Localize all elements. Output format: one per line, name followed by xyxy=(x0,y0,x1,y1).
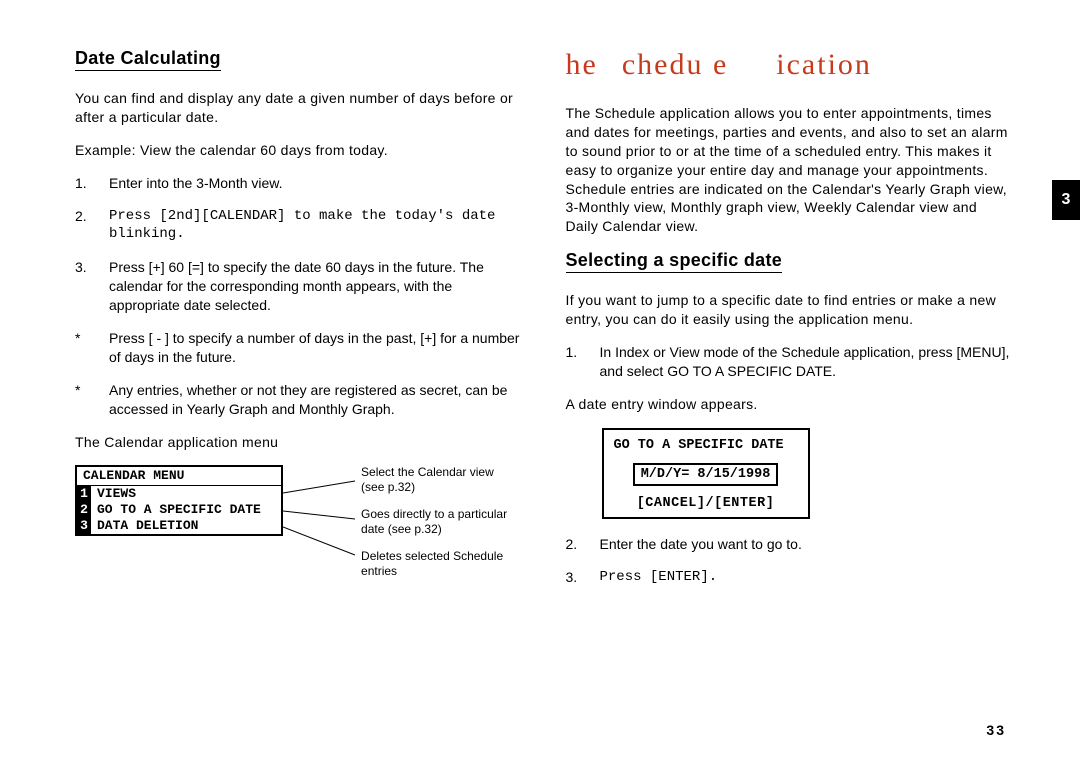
intro-paragraph: You can find and display any date a give… xyxy=(75,89,520,127)
note-item: * Press [ - ] to specify a number of day… xyxy=(75,329,520,367)
step-text: In Index or View mode of the Schedule ap… xyxy=(600,343,1011,381)
step-item: 1. In Index or View mode of the Schedule… xyxy=(566,343,1011,381)
menu-item-label: GO TO A SPECIFIC DATE xyxy=(97,502,261,518)
menu-caption: The Calendar application menu xyxy=(75,433,520,452)
date-calculating-notes: * Press [ - ] to specify a number of day… xyxy=(75,329,520,419)
date-window-value-box: M/D/Y= 8/15/1998 xyxy=(633,463,779,486)
step-item: 1. Enter into the 3-Month view. xyxy=(75,174,520,193)
menu-item-label: DATA DELETION xyxy=(97,518,198,534)
calendar-menu-box: CALENDAR MENU 1 VIEWS 2 GO TO A SPECIFIC… xyxy=(75,465,283,536)
menu-item-number: 2 xyxy=(77,502,91,518)
selecting-date-steps-2: 2. Enter the date you want to go to. 3. … xyxy=(566,535,1011,587)
window-appears-text: A date entry window appears. xyxy=(566,395,1011,414)
note-bullet: * xyxy=(75,329,95,367)
step-item: 3. Press [ENTER]. xyxy=(566,568,1011,587)
menu-item-number: 3 xyxy=(77,518,91,534)
section-heading-date-calculating: Date Calculating xyxy=(75,48,221,71)
step-text: Press [ENTER]. xyxy=(600,568,718,587)
step-number: 3. xyxy=(566,568,586,587)
step-number: 2. xyxy=(75,207,95,245)
step-item: 2. Press [2nd][CALENDAR] to make the tod… xyxy=(75,207,520,245)
step-item: 2. Enter the date you want to go to. xyxy=(566,535,1011,554)
callout-leader-lines xyxy=(283,469,583,559)
step-text: Press [+] 60 [=] to specify the date 60 … xyxy=(109,258,520,315)
left-column: Date Calculating You can find and displa… xyxy=(75,48,520,600)
date-window-buttons: [CANCEL]/[ENTER] xyxy=(614,496,798,511)
note-text: Press [ - ] to specify a number of days … xyxy=(109,329,520,367)
step-number: 2. xyxy=(566,535,586,554)
step-text: Enter the date you want to go to. xyxy=(600,535,802,554)
step-text: Press [2nd][CALENDAR] to make the today'… xyxy=(109,207,520,245)
schedule-intro-paragraph: The Schedule application allows you to e… xyxy=(566,104,1011,236)
right-column: he chedu e ication The Schedule applicat… xyxy=(566,48,1011,600)
page-columns: Date Calculating You can find and displa… xyxy=(75,48,1010,600)
step-item: 3. Press [+] 60 [=] to specify the date … xyxy=(75,258,520,315)
note-item: * Any entries, whether or not they are r… xyxy=(75,381,520,419)
example-line: Example: View the calendar 60 days from … xyxy=(75,141,520,160)
calendar-menu-item: 1 VIEWS xyxy=(77,486,281,502)
selecting-date-steps-1: 1. In Index or View mode of the Schedule… xyxy=(566,343,1011,381)
calendar-menu-item: 2 GO TO A SPECIFIC DATE xyxy=(77,502,281,518)
chapter-title-part: he xyxy=(566,48,598,81)
page-number: 33 xyxy=(986,722,1006,738)
chapter-title: he chedu e ication xyxy=(566,48,1011,82)
chapter-title-part: ication xyxy=(776,48,872,81)
section-heading-selecting-date: Selecting a specific date xyxy=(566,250,783,273)
step-number: 1. xyxy=(566,343,586,381)
date-calculating-steps: 1. Enter into the 3-Month view. 2. Press… xyxy=(75,174,520,315)
chapter-title-part: chedu e xyxy=(622,48,728,81)
chapter-tab: 3 xyxy=(1052,180,1080,220)
step-number: 1. xyxy=(75,174,95,193)
menu-item-label: VIEWS xyxy=(97,486,136,502)
note-bullet: * xyxy=(75,381,95,419)
note-text: Any entries, whether or not they are reg… xyxy=(109,381,520,419)
menu-item-number: 1 xyxy=(77,486,91,502)
calendar-menu-item: 3 DATA DELETION xyxy=(77,518,281,534)
date-entry-window: GO TO A SPECIFIC DATE M/D/Y= 8/15/1998 [… xyxy=(602,428,810,519)
calendar-menu-title: CALENDAR MENU xyxy=(77,467,281,485)
selecting-date-intro: If you want to jump to a specific date t… xyxy=(566,291,1011,329)
step-number: 3. xyxy=(75,258,95,315)
step-text: Enter into the 3-Month view. xyxy=(109,174,283,193)
calendar-menu-figure: CALENDAR MENU 1 VIEWS 2 GO TO A SPECIFIC… xyxy=(75,465,520,591)
date-window-title: GO TO A SPECIFIC DATE xyxy=(614,438,798,453)
